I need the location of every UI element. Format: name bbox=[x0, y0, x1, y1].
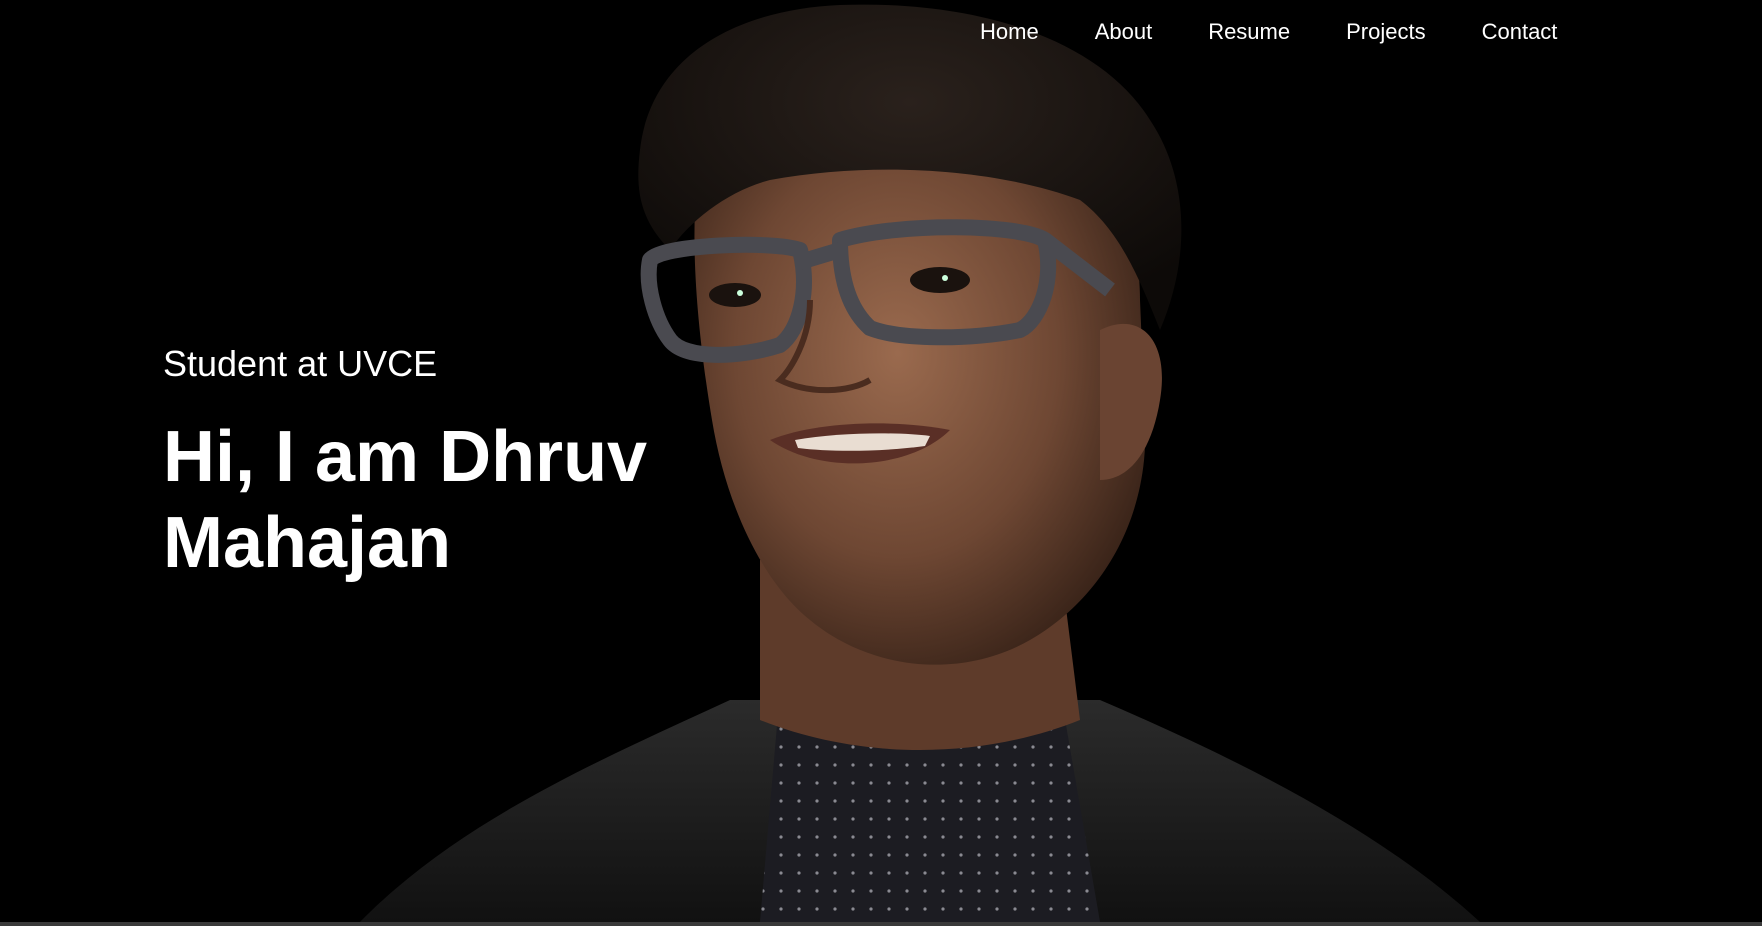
nav-link-resume[interactable]: Resume bbox=[1208, 18, 1290, 46]
hero-subtitle: Student at UVCE bbox=[163, 343, 438, 384]
hero-section: Home About Resume Projects Contact Stude… bbox=[0, 0, 1762, 922]
hero-intro: Student at UVCE Hi, I am Dhruv Mahajan bbox=[163, 342, 723, 586]
hero-headline: Hi, I am Dhruv Mahajan bbox=[163, 417, 648, 583]
nav-link-projects[interactable]: Projects bbox=[1346, 18, 1425, 46]
top-navigation: Home About Resume Projects Contact bbox=[980, 18, 1613, 46]
nav-link-home[interactable]: Home bbox=[980, 18, 1039, 46]
nav-link-about[interactable]: About bbox=[1095, 18, 1153, 46]
bottom-divider bbox=[0, 922, 1762, 926]
nav-link-contact[interactable]: Contact bbox=[1482, 18, 1558, 46]
